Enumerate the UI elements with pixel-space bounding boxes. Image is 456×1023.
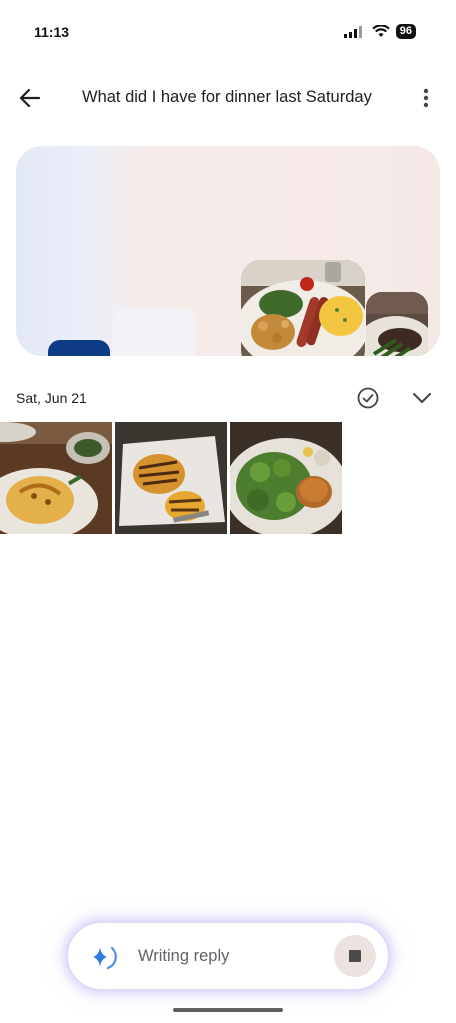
status-bar: 11:13 96: [0, 0, 456, 60]
results-hero-card: [16, 146, 440, 356]
hero-tile-grey: [112, 308, 196, 356]
photo-salad-plate[interactable]: [230, 422, 342, 534]
page-title: What did I have for dinner last Saturday: [82, 88, 372, 106]
photo-pastry-plate[interactable]: [115, 422, 227, 534]
check-circle-icon: [357, 387, 379, 409]
photo-grid: [0, 422, 342, 534]
reply-status-text: Writing reply: [138, 947, 230, 965]
hero-photo-steak-plate[interactable]: [366, 292, 428, 356]
photo-omelette-plate[interactable]: [0, 422, 112, 534]
assistant-reply-bar: Writing reply: [68, 923, 388, 989]
wifi-icon: [371, 25, 390, 37]
arrow-left-icon: [20, 89, 40, 107]
chevron-down-icon: [413, 393, 431, 403]
stop-icon: [349, 950, 361, 962]
select-all-button[interactable]: [354, 384, 382, 412]
hero-tile-blue: [48, 340, 110, 356]
sparkle-loading-icon: [93, 946, 117, 970]
top-app-bar: What did I have for dinner last Saturday: [0, 70, 456, 126]
battery-indicator: 96: [395, 24, 416, 39]
stop-button[interactable]: [334, 935, 376, 977]
more-options-button[interactable]: [410, 82, 442, 114]
date-label: Sat, Jun 21: [16, 390, 87, 406]
expand-button[interactable]: [408, 384, 436, 412]
hero-photo-breakfast-plate[interactable]: [241, 260, 365, 356]
signal-icon: [343, 25, 362, 38]
home-indicator[interactable]: [173, 1008, 283, 1012]
back-button[interactable]: [14, 82, 46, 114]
more-vert-icon: [423, 88, 429, 108]
status-icons: 96: [343, 24, 416, 39]
date-group-header: Sat, Jun 21: [0, 378, 456, 418]
status-time: 11:13: [34, 24, 70, 40]
